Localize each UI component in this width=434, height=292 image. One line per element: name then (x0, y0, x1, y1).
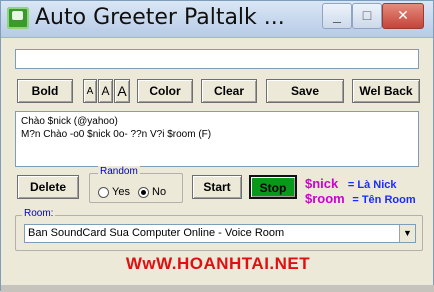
dropdown-arrow-icon[interactable]: ▼ (399, 225, 415, 242)
delete-button[interactable]: Delete (17, 175, 79, 199)
app-window: Auto Greeter Paltalk ... _ □ ✕ Bold A A … (0, 0, 434, 292)
greeting-line: M?n Chào -o0 $nick 0o- ??n V?i $room (F) (21, 129, 212, 140)
radio-yes-label: Yes (112, 186, 130, 198)
window-title: Auto Greeter Paltalk ... (35, 5, 285, 30)
minimize-button[interactable]: _ (322, 3, 352, 29)
save-button[interactable]: Save (266, 79, 344, 103)
room-select-value: Ban SoundCard Sua Computer Online - Voic… (28, 227, 285, 239)
room-group-label: Room: (22, 208, 56, 219)
room-variable: $room (305, 191, 345, 206)
radio-on-icon (138, 186, 149, 198)
room-select[interactable]: Ban SoundCard Sua Computer Online - Voic… (24, 224, 416, 243)
wel-back-button[interactable]: Wel Back (352, 79, 420, 103)
color-button[interactable]: Color (137, 79, 193, 103)
radio-no-label: No (152, 186, 167, 198)
start-button[interactable]: Start (192, 175, 242, 199)
greeting-textarea[interactable]: Chào $nick (@yahoo) M?n Chào -o0 $nick 0… (15, 111, 419, 167)
room-description: = Tên Room (352, 194, 416, 206)
minimize-icon: _ (333, 7, 341, 23)
maximize-icon: □ (362, 7, 372, 23)
close-button[interactable]: ✕ (382, 3, 424, 29)
random-group-label: Random (98, 166, 140, 177)
app-icon (7, 7, 29, 29)
nick-description: = Là Nick (347, 179, 397, 191)
font-medium-button[interactable]: A (98, 79, 113, 103)
maximize-button[interactable]: □ (352, 3, 382, 29)
radio-off-icon (98, 186, 109, 198)
close-icon: ✕ (397, 7, 409, 23)
title-bar[interactable]: Auto Greeter Paltalk ... _ □ ✕ (1, 1, 433, 38)
font-large-button[interactable]: A (114, 79, 130, 103)
font-small-button[interactable]: A (83, 79, 97, 103)
random-yes-radio[interactable]: Yes (98, 186, 130, 198)
stop-button[interactable]: Stop (249, 175, 297, 199)
website-banner: WwW.HOANHTAI.NET (125, 254, 311, 273)
message-input[interactable] (15, 49, 419, 69)
bold-button[interactable]: Bold (17, 79, 73, 103)
random-no-radio[interactable]: No (138, 186, 166, 198)
legend-nick: $nick = Là Nick (305, 176, 396, 191)
greeting-line: Chào $nick (@yahoo) (21, 116, 118, 127)
nick-variable: $nick (305, 176, 339, 191)
legend-room: $room = Tên Room (305, 191, 416, 206)
clear-button[interactable]: Clear (201, 79, 257, 103)
random-group: Random Yes No (89, 166, 183, 203)
